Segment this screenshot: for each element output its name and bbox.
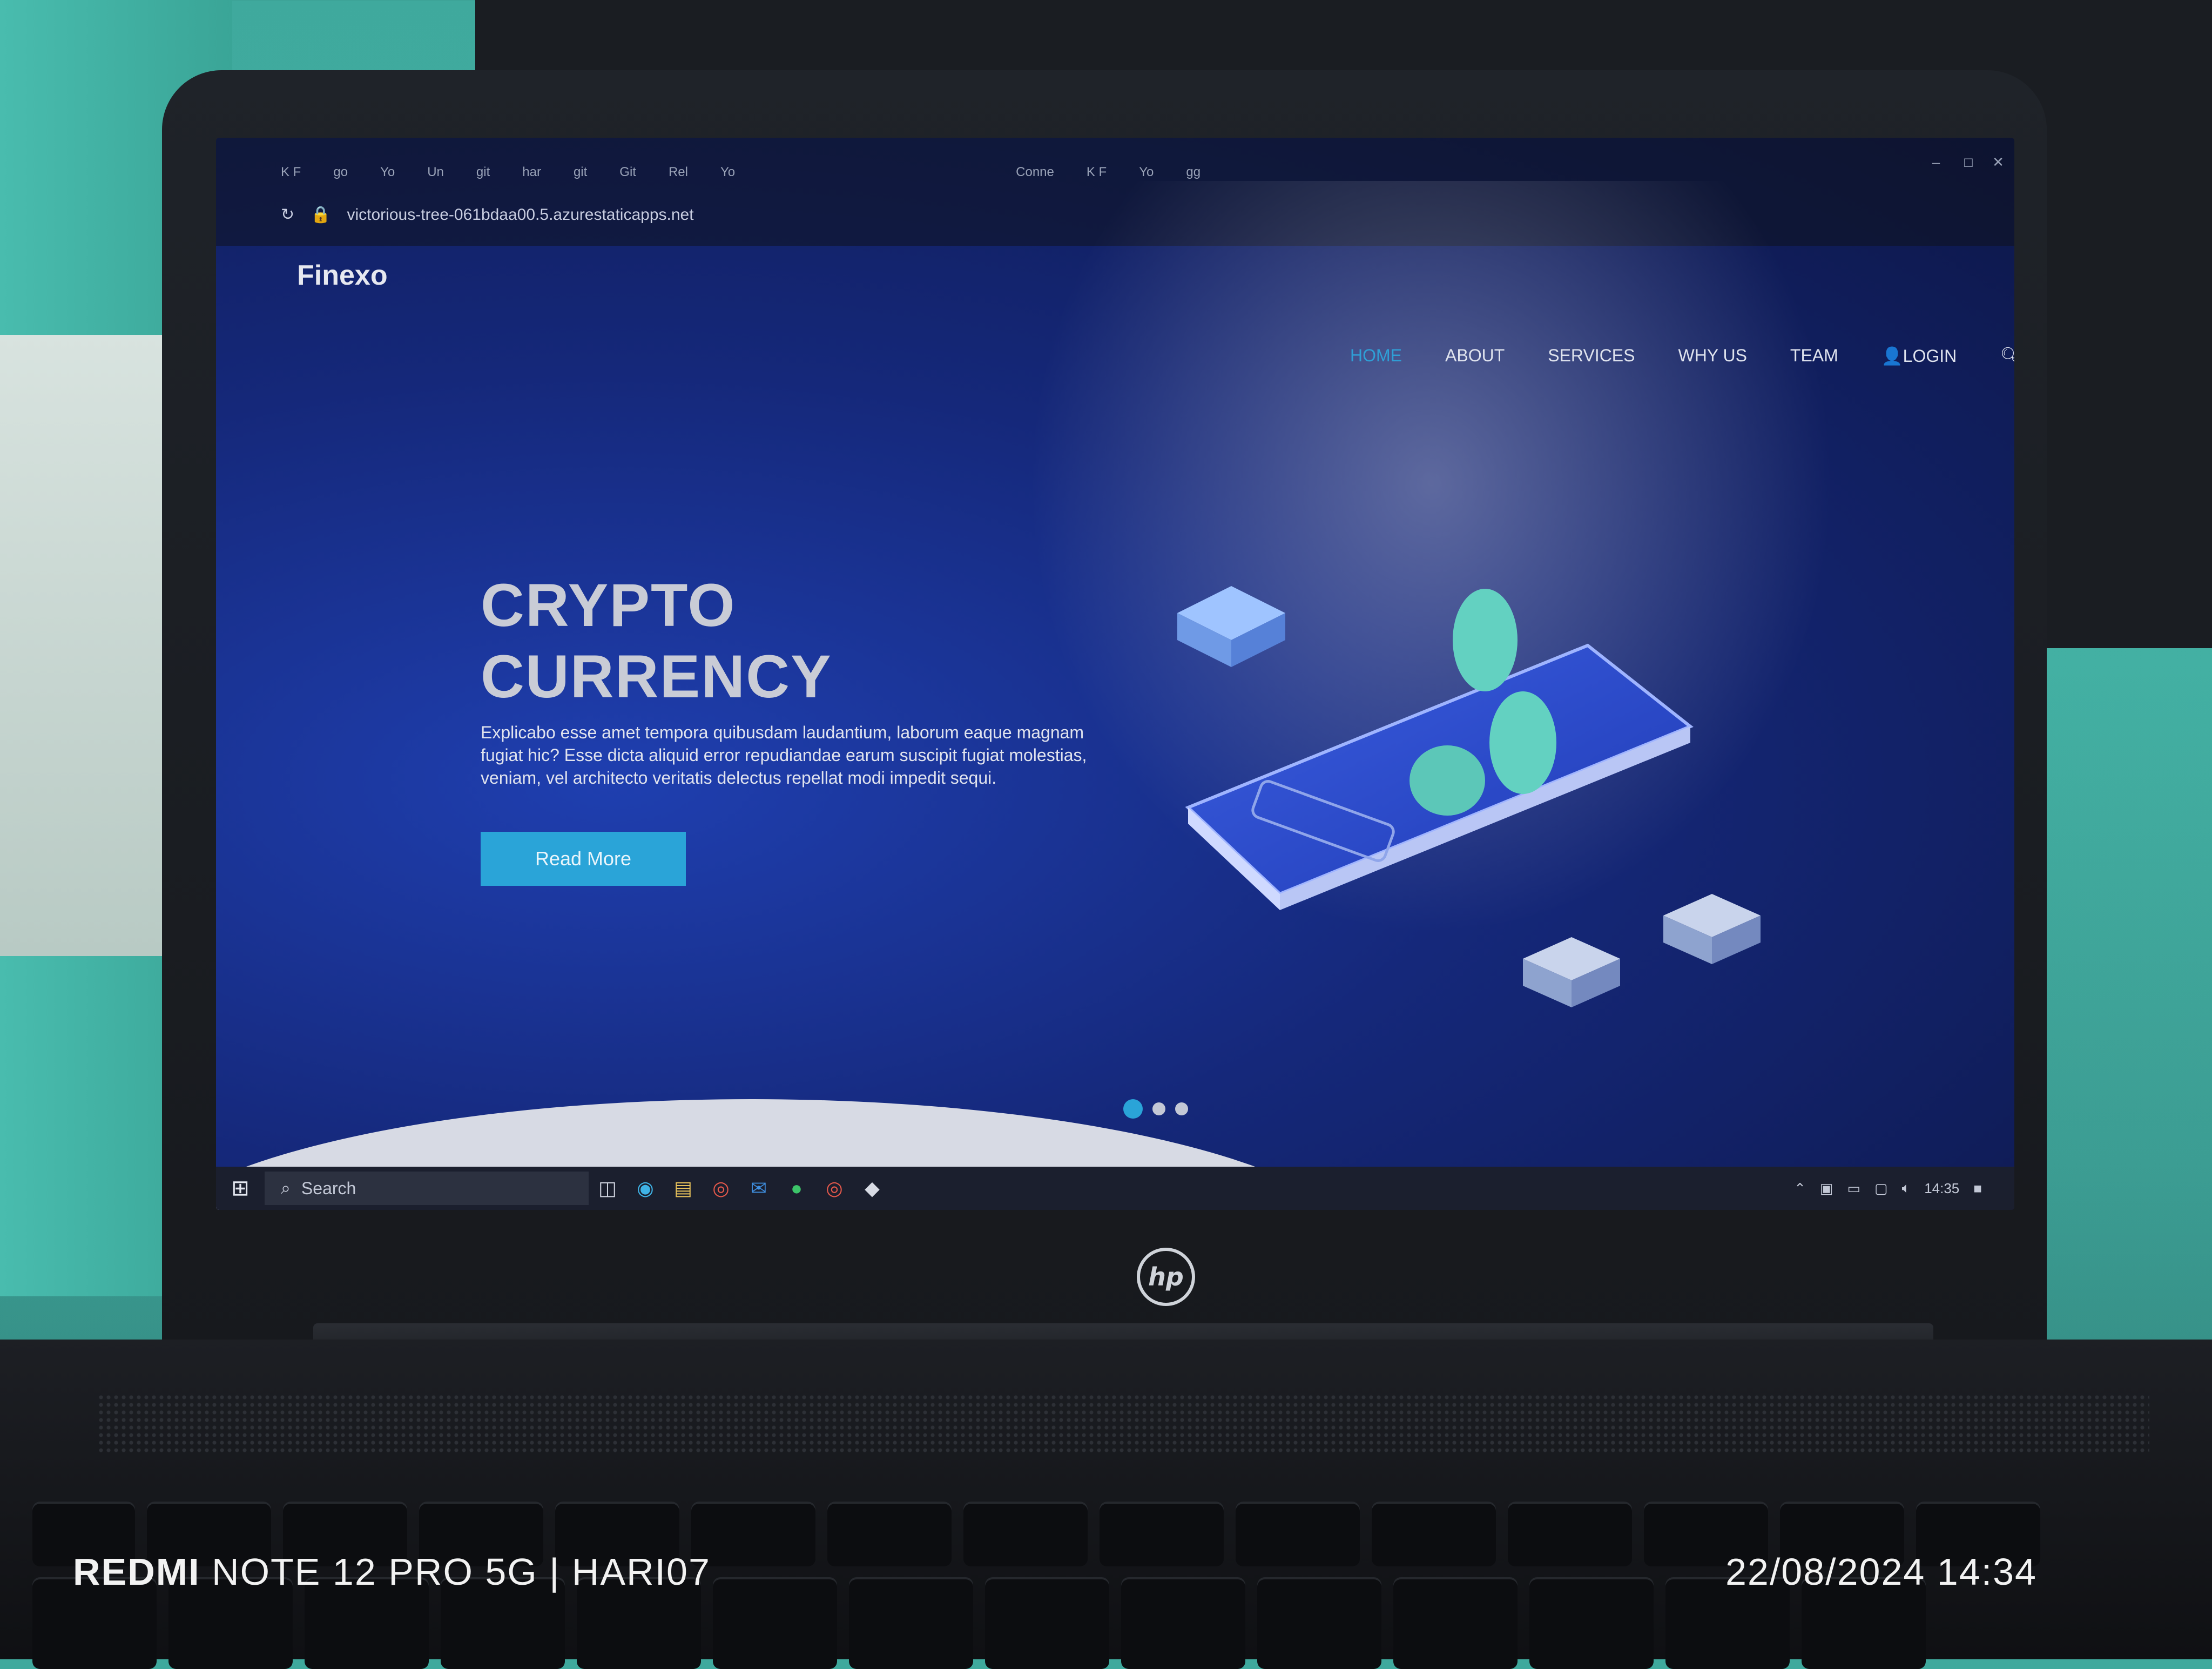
key xyxy=(1372,1502,1496,1566)
key xyxy=(1529,1577,1654,1669)
carousel-dot[interactable] xyxy=(1123,1099,1143,1119)
browser-tab[interactable]: git xyxy=(476,165,490,180)
coin-shape xyxy=(1410,745,1485,816)
laptop-screen: K F go Yo Un git har git Git Rel Yo Conn… xyxy=(216,138,2014,1210)
windows-taskbar: ⊞ ⌕ Search ◫ ◉ ▤ ◎ ✉ ● ◎ ◆ ⌃ ▣ ▭ ▢ 🔈︎ 14… xyxy=(216,1167,2014,1210)
coin-shape xyxy=(1489,691,1556,794)
camera-brand: REDMI xyxy=(73,1551,200,1593)
key xyxy=(1100,1502,1224,1566)
nav-about[interactable]: ABOUT xyxy=(1445,346,1505,366)
browser-tab[interactable]: K F xyxy=(1087,165,1107,180)
browser-tab[interactable]: Rel xyxy=(669,165,688,180)
hero-description: Explicabo esse amet tempora quibusdam la… xyxy=(481,723,1087,788)
lock-icon: 🔒 xyxy=(311,206,331,224)
browser-tab[interactable]: Conne xyxy=(1016,165,1054,180)
browser-tab[interactable]: har xyxy=(522,165,541,180)
search-icon[interactable]: 🔍︎ xyxy=(2000,346,2014,366)
nav-team[interactable]: TEAM xyxy=(1790,346,1838,366)
carousel-indicators xyxy=(1123,1099,1188,1119)
reload-icon[interactable]: ↻ xyxy=(281,205,294,224)
mail-icon[interactable]: ✉ xyxy=(740,1167,778,1210)
spotify-icon[interactable]: ● xyxy=(778,1167,815,1210)
coin-shape xyxy=(1453,589,1518,691)
site-logo[interactable]: Finexo xyxy=(297,259,388,292)
browser-tab[interactable]: Un xyxy=(427,165,444,180)
camera-model: NOTE 12 PRO 5G | HARI07 xyxy=(212,1551,711,1593)
nav-services[interactable]: SERVICES xyxy=(1548,346,1635,366)
hero-title-line1: CRYPTO xyxy=(481,571,736,639)
browser-tab[interactable]: Yo xyxy=(380,165,395,180)
browser-tab[interactable]: Git xyxy=(619,165,636,180)
file-explorer-icon[interactable]: ▤ xyxy=(664,1167,702,1210)
key xyxy=(827,1502,952,1566)
key xyxy=(963,1502,1088,1566)
keyboard-deck xyxy=(0,1340,2212,1669)
key xyxy=(985,1577,1109,1669)
notification-icon[interactable]: ■ xyxy=(1973,1180,1982,1197)
browser-tab[interactable]: K F xyxy=(281,165,301,180)
hero-illustration xyxy=(1177,586,1761,1007)
browser-tab[interactable]: Yo xyxy=(720,165,735,180)
maximize-icon[interactable]: □ xyxy=(1955,154,1982,176)
task-view-icon[interactable]: ◫ xyxy=(589,1167,626,1210)
browser-tab[interactable]: git xyxy=(574,165,587,180)
key xyxy=(1121,1577,1245,1669)
display-icon[interactable]: ▢ xyxy=(1874,1180,1888,1197)
volume-icon[interactable]: 🔈︎ xyxy=(1902,1180,1911,1197)
key xyxy=(1393,1577,1518,1669)
hero-title-line2: CURRENCY xyxy=(481,643,832,710)
minimize-icon[interactable]: – xyxy=(1923,154,1950,176)
hp-logo: hp xyxy=(1137,1248,1195,1306)
browser-tab[interactable]: go xyxy=(333,165,348,180)
key xyxy=(1236,1502,1360,1566)
nav-home[interactable]: HOME xyxy=(1350,346,1402,366)
system-tray: ⌃ ▣ ▭ ▢ 🔈︎ 14:35 ■ xyxy=(1794,1167,1982,1210)
key xyxy=(1508,1502,1632,1566)
taskbar-search-label: Search xyxy=(301,1178,356,1198)
cube-shape xyxy=(1177,586,1285,667)
key xyxy=(849,1577,973,1669)
carousel-dot[interactable] xyxy=(1175,1102,1188,1115)
chrome-icon[interactable]: ◎ xyxy=(815,1167,853,1210)
browser-toolbar: K F go Yo Un git har git Git Rel Yo Conn… xyxy=(216,138,2014,246)
tab-spacer xyxy=(767,165,983,180)
address-bar[interactable]: ↻ 🔒 victorious-tree-061bdaa00.5.azuresta… xyxy=(281,205,694,224)
git-icon[interactable]: ◆ xyxy=(853,1167,891,1210)
browser-tab[interactable]: Yo xyxy=(1139,165,1154,180)
cube-shape xyxy=(1523,937,1620,1007)
camera-watermark-model: REDMI NOTE 12 PRO 5G | HARI07 xyxy=(73,1550,711,1593)
search-icon: ⌕ xyxy=(281,1178,291,1197)
carousel-dot[interactable] xyxy=(1152,1102,1165,1115)
key xyxy=(713,1577,837,1669)
camera-watermark-datetime: 22/08/2024 14:34 xyxy=(1725,1551,2037,1593)
edge-icon[interactable]: ◉ xyxy=(626,1167,664,1210)
cube-shape xyxy=(1663,894,1761,964)
windows-start-icon[interactable]: ⊞ xyxy=(216,1167,265,1210)
network-icon[interactable]: ▣ xyxy=(1820,1180,1833,1197)
browser-tab[interactable]: gg xyxy=(1186,165,1201,180)
close-icon[interactable]: ✕ xyxy=(1985,154,2012,176)
nav-why-us[interactable]: WHY US xyxy=(1678,346,1746,366)
chevron-up-icon[interactable]: ⌃ xyxy=(1794,1180,1806,1197)
url-text[interactable]: victorious-tree-061bdaa00.5.azurestatica… xyxy=(347,206,694,224)
site-nav: HOME ABOUT SERVICES WHY US TEAM 👤LOGIN 🔍… xyxy=(1350,346,2014,366)
nav-login[interactable]: 👤LOGIN xyxy=(1881,346,1957,366)
key xyxy=(1257,1577,1381,1669)
chrome-icon[interactable]: ◎ xyxy=(702,1167,740,1210)
user-icon: 👤 xyxy=(1881,346,1903,366)
hero-title: CRYPTO CURRENCY xyxy=(481,570,832,712)
browser-tab-strip: K F go Yo Un git har git Git Rel Yo Conn… xyxy=(281,165,1201,180)
battery-icon[interactable]: ▭ xyxy=(1847,1180,1860,1197)
speaker-grille xyxy=(97,1394,2149,1453)
nav-login-label: LOGIN xyxy=(1903,346,1957,366)
clock[interactable]: 14:35 xyxy=(1924,1180,1959,1197)
taskbar-search[interactable]: ⌕ Search xyxy=(265,1172,589,1205)
read-more-button[interactable]: Read More xyxy=(481,832,686,886)
